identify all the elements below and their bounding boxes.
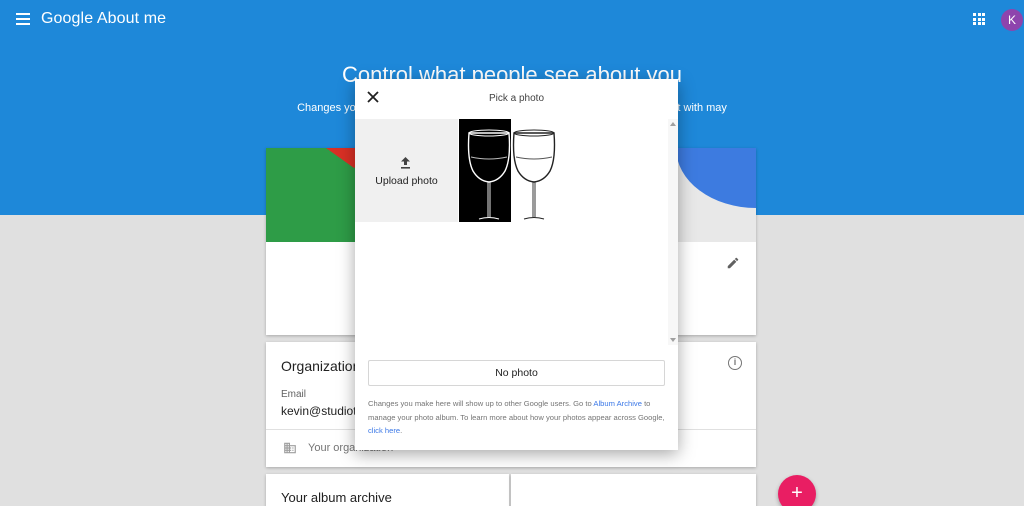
upload-icon — [401, 157, 410, 169]
upload-photo-label: Upload photo — [375, 175, 438, 187]
photo-grid: Upload photo — [355, 119, 670, 345]
photo-grid-scrollbar[interactable] — [668, 119, 678, 345]
wine-glasses-image — [459, 119, 562, 222]
dialog-title: Pick a photo — [488, 93, 545, 104]
pick-photo-dialog: Pick a photo Upload photo No photo Chang… — [355, 79, 678, 450]
upload-photo-button[interactable]: Upload photo — [355, 119, 458, 222]
secondary-card — [511, 474, 756, 506]
scroll-down-arrow-icon[interactable] — [670, 338, 676, 342]
album-archive-card: Your album archive — [266, 474, 509, 506]
building-icon — [284, 442, 296, 454]
email-label: Email — [281, 389, 307, 400]
scroll-up-arrow-icon[interactable] — [670, 122, 676, 126]
info-icon[interactable]: i — [728, 356, 742, 370]
click-here-link[interactable]: click here — [368, 426, 400, 435]
pencil-icon[interactable] — [726, 256, 740, 270]
add-button[interactable]: + — [778, 475, 816, 506]
photo-thumbnail[interactable] — [459, 119, 562, 222]
hamburger-menu-icon[interactable] — [16, 13, 30, 25]
dialog-note: Changes you make here will show up to ot… — [368, 399, 665, 435]
album-archive-title: Your album archive — [281, 490, 392, 505]
no-photo-button[interactable]: No photo — [368, 360, 665, 386]
account-avatar[interactable]: K — [1001, 9, 1023, 31]
top-app-bar: Google About me K — [0, 0, 1024, 40]
album-archive-link[interactable]: Album Archive — [593, 399, 642, 408]
apps-grid-icon[interactable] — [973, 13, 985, 25]
app-title: Google About me — [41, 10, 167, 27]
